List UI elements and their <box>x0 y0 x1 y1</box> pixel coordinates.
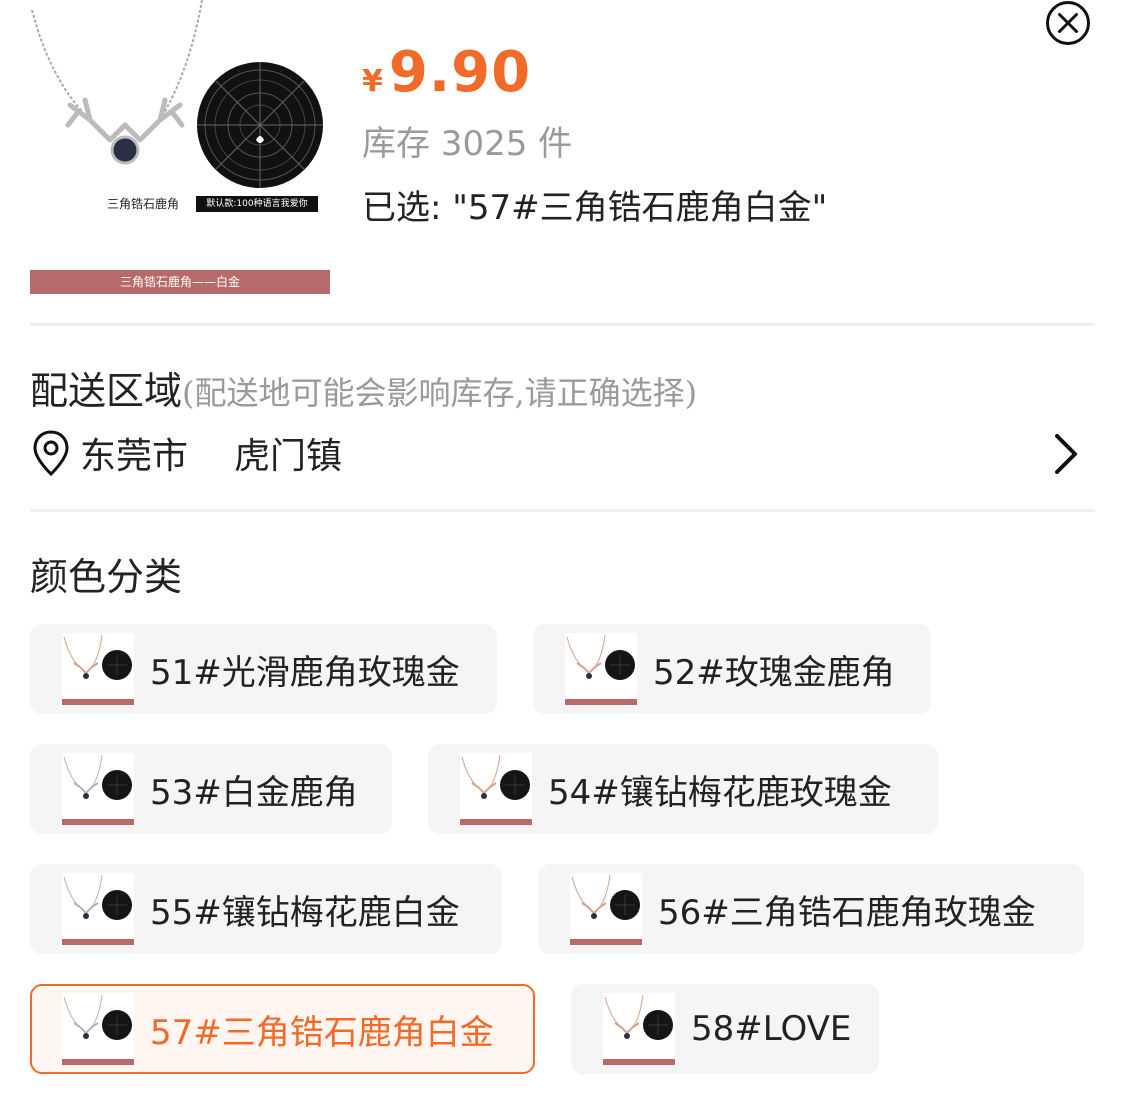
color-section-title: 颜色分类 <box>30 555 183 599</box>
color-option[interactable]: 55#镶钻梅花鹿白金 <box>30 864 502 954</box>
location-pin-icon <box>33 430 69 477</box>
delivery-note: (配送地可能会影响库存,请正确选择) <box>182 374 698 412</box>
option-thumbnail <box>565 633 637 705</box>
product-image: 三角锆石鹿角 默认款:100种语言我爱你 三角锆石鹿角——白金 <box>30 0 330 294</box>
color-option[interactable]: 56#三角锆石鹿角玫瑰金 <box>538 864 1084 954</box>
necklace-thumbnail-icon <box>62 994 134 1065</box>
option-thumbnail <box>62 993 134 1065</box>
color-option-label: 53#白金鹿角 <box>150 772 358 813</box>
option-thumbnail <box>570 873 642 945</box>
necklace-thumbnail-icon <box>460 754 532 825</box>
option-thumbnail <box>62 633 134 705</box>
close-icon <box>1046 1 1090 45</box>
color-option-label: 55#镶钻梅花鹿白金 <box>150 892 460 933</box>
color-option-label: 58#LOVE <box>691 1009 852 1049</box>
chevron-right-icon <box>1055 434 1077 474</box>
option-thumbnail <box>62 873 134 945</box>
color-option-label: 54#镶钻梅花鹿玫瑰金 <box>548 772 892 813</box>
image-banner: 三角锆石鹿角——白金 <box>30 270 330 294</box>
image-caption-left: 三角锆石鹿角 <box>106 197 179 211</box>
delivery-title-text: 配送区域 <box>30 369 183 413</box>
option-thumbnail <box>603 993 675 1065</box>
color-option[interactable]: 57#三角锆石鹿角白金 <box>30 984 535 1074</box>
color-option[interactable]: 58#LOVE <box>571 984 879 1074</box>
delivery-title: 配送区域(配送地可能会影响库存,请正确选择) <box>30 360 697 415</box>
color-option[interactable]: 53#白金鹿角 <box>30 744 392 834</box>
selected-variant: 已选: "57#三角锆石鹿角白金" <box>362 188 828 228</box>
necklace-thumbnail-icon <box>603 994 675 1065</box>
price-row: ¥ 9.90 <box>362 40 531 105</box>
price: 9.90 <box>388 40 532 105</box>
stock-count: 库存 3025 件 <box>362 124 573 164</box>
color-option[interactable]: 51#光滑鹿角玫瑰金 <box>30 624 497 714</box>
divider <box>30 509 1095 512</box>
necklace-thumbnail-icon <box>62 874 134 945</box>
delivery-location-row[interactable]: 东莞市 虎门镇 <box>30 420 1095 486</box>
color-option-label: 52#玫瑰金鹿角 <box>653 652 895 693</box>
option-thumbnail <box>62 753 134 825</box>
necklace-thumbnail-icon <box>62 634 134 705</box>
necklace-thumbnail-icon <box>62 754 134 825</box>
color-option-label: 56#三角锆石鹿角玫瑰金 <box>658 892 1036 933</box>
divider <box>30 323 1095 326</box>
delivery-city: 东莞市 <box>80 436 189 477</box>
image-caption-right: 默认款:100种语言我爱你 <box>196 196 318 212</box>
color-option-label: 57#三角锆石鹿角白金 <box>150 1012 494 1053</box>
currency-symbol: ¥ <box>362 64 383 99</box>
delivery-town: 虎门镇 <box>234 436 343 477</box>
color-option[interactable]: 52#玫瑰金鹿角 <box>533 624 931 714</box>
necklace-thumbnail-icon <box>565 634 637 705</box>
color-option[interactable]: 54#镶钻梅花鹿玫瑰金 <box>428 744 938 834</box>
close-button[interactable] <box>1045 0 1091 46</box>
color-option-label: 51#光滑鹿角玫瑰金 <box>150 652 460 693</box>
necklace-thumbnail-icon <box>570 874 642 945</box>
option-thumbnail <box>460 753 532 825</box>
necklace-illustration <box>31 0 323 188</box>
